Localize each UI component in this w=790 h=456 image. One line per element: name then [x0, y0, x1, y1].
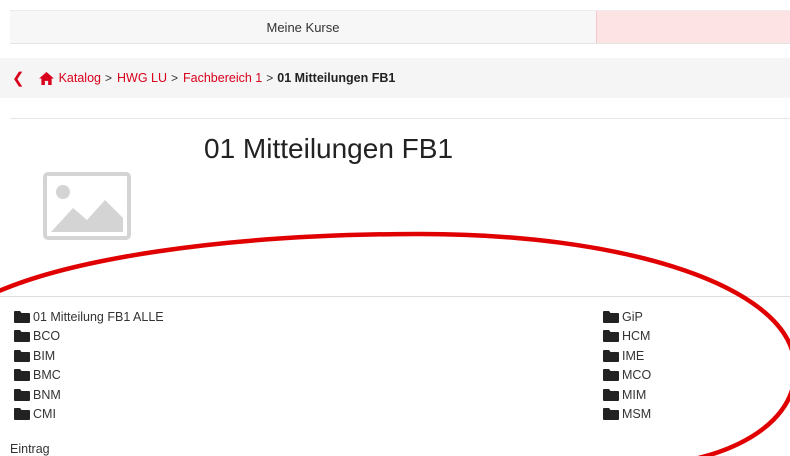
breadcrumb: ❮ Katalog > HWG LU > Fachbereich 1 > 01 …: [0, 58, 790, 98]
folder-item[interactable]: BIM: [14, 346, 164, 366]
folder-list-right: GiP HCM IME MCO MIM MSM: [603, 307, 651, 424]
folder-label: BNM: [33, 387, 61, 402]
folder-icon: [14, 369, 30, 382]
folder-icon: [603, 349, 619, 362]
page-title: 01 Mitteilungen FB1: [204, 133, 454, 164]
tab-my-courses[interactable]: Meine Kurse: [10, 11, 596, 43]
folder-label: MIM: [622, 387, 647, 402]
breadcrumb-item-hwg-lu[interactable]: HWG LU: [117, 71, 167, 85]
breadcrumb-separator: >: [171, 71, 179, 85]
breadcrumb-current: 01 Mitteilungen FB1: [277, 71, 396, 85]
folder-icon: [603, 369, 619, 382]
folder-item[interactable]: CMI: [14, 405, 164, 425]
folder-item[interactable]: BNM: [14, 385, 164, 405]
folder-icon: [603, 310, 619, 323]
folder-item[interactable]: HCM: [603, 327, 651, 347]
folder-label: CMI: [33, 407, 56, 422]
folder-item[interactable]: MIM: [603, 385, 651, 405]
folder-icon: [603, 408, 619, 421]
folder-label: BCO: [33, 329, 61, 344]
folder-item[interactable]: 01 Mitteilung FB1 ALLE: [14, 307, 164, 327]
folder-icon: [14, 388, 30, 401]
folder-label: IME: [622, 348, 645, 363]
folder-icon: [14, 408, 30, 421]
home-icon[interactable]: [38, 71, 54, 85]
folder-item[interactable]: MSM: [603, 405, 651, 425]
folder-icon: [14, 349, 30, 362]
folder-item[interactable]: BMC: [14, 366, 164, 386]
folder-icon: [603, 388, 619, 401]
entry-label: Eintrag: [10, 442, 50, 456]
folder-item[interactable]: BCO: [14, 327, 164, 347]
tab-bar: Meine Kurse: [10, 10, 790, 44]
divider: [0, 296, 790, 297]
tab-highlighted[interactable]: [596, 11, 790, 43]
chevron-left-icon[interactable]: ❮: [12, 69, 25, 87]
folder-icon: [603, 330, 619, 343]
folder-label: MSM: [622, 407, 652, 422]
breadcrumb-item-katalog[interactable]: Katalog: [59, 71, 101, 85]
folder-list-left: 01 Mitteilung FB1 ALLE BCO BIM BMC BNM C…: [14, 307, 164, 424]
folder-icon: [14, 310, 30, 323]
folder-label: GiP: [622, 309, 643, 324]
folder-item[interactable]: MCO: [603, 366, 651, 386]
folder-label: HCM: [622, 329, 651, 344]
folder-label: 01 Mitteilung FB1 ALLE: [33, 309, 164, 324]
breadcrumb-separator: >: [104, 71, 112, 85]
image-placeholder-icon: [43, 172, 131, 240]
breadcrumb-separator: >: [266, 71, 274, 85]
folder-item[interactable]: IME: [603, 346, 651, 366]
folder-item[interactable]: GiP: [603, 307, 651, 327]
divider: [10, 118, 790, 119]
folder-label: BMC: [33, 368, 61, 383]
folder-label: BIM: [33, 348, 56, 363]
breadcrumb-item-fachbereich[interactable]: Fachbereich 1: [183, 71, 262, 85]
folder-label: MCO: [622, 368, 652, 383]
folder-icon: [14, 330, 30, 343]
